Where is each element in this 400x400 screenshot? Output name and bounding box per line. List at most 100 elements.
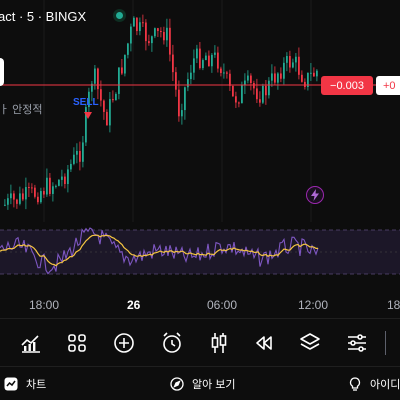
candle-body [136, 17, 138, 32]
candle-body [250, 75, 252, 84]
candle-body [151, 36, 153, 44]
candle-body [277, 73, 279, 83]
candle-body [271, 73, 273, 81]
bottom-navigation: 차트 알아 보기 아이디 [0, 366, 400, 400]
market-live-dot [113, 9, 126, 22]
symbol-title[interactable]: act · 5 · BINGX [0, 9, 86, 24]
time-axis-label: 26 [127, 298, 141, 312]
candle-body [55, 185, 57, 187]
candle-body [289, 56, 291, 68]
candle-body [223, 72, 225, 74]
candle-body [130, 26, 132, 44]
candle-body [184, 87, 186, 111]
candle-body [226, 72, 228, 74]
candle-body [127, 43, 129, 55]
candle-body [280, 73, 282, 79]
sliders-icon[interactable] [342, 328, 372, 358]
candle-body [34, 187, 36, 197]
stability-text: ㅏ 안정적 [0, 104, 43, 116]
chart-area[interactable]: act · 5 · BINGX ㅏ 안정적 SELL −0.003 +0 18:… [0, 0, 400, 316]
left-edge-tab[interactable] [0, 58, 4, 86]
candle-body [298, 56, 300, 75]
candle-body [265, 85, 267, 96]
candle-body [43, 191, 45, 195]
candle-body [283, 62, 285, 79]
layers-icon[interactable] [295, 328, 325, 358]
candle-body [118, 67, 120, 94]
candle-body [256, 88, 258, 100]
price-tag[interactable]: −0.003 [321, 76, 373, 95]
oscillator-panel[interactable] [0, 222, 400, 284]
candle-body [40, 191, 42, 203]
candle-body [31, 187, 33, 189]
candle-body [19, 193, 21, 204]
candle-body [259, 99, 261, 103]
candle-body [202, 60, 204, 69]
candle-body [181, 110, 183, 117]
candle-body [52, 186, 54, 194]
chart-bars-icon[interactable] [16, 328, 46, 358]
price-tag-secondary[interactable]: +0 [376, 76, 400, 95]
nav-item-ideas[interactable]: 아이디 [348, 374, 400, 394]
candle-body [199, 48, 201, 69]
plus-circle-icon[interactable] [109, 328, 139, 358]
sell-signal-label: SELL [73, 97, 99, 108]
candle-body [238, 102, 240, 104]
candle-body [79, 150, 81, 162]
time-axis-label: 06:00 [207, 298, 238, 312]
candle-body [253, 83, 255, 89]
candle-body [103, 100, 105, 112]
compass-icon [170, 377, 184, 391]
candle-body [178, 89, 180, 117]
price-chart[interactable] [0, 0, 400, 222]
candle-body [13, 193, 15, 200]
rewind-icon[interactable] [249, 328, 279, 358]
candle-body [208, 55, 210, 67]
candle-body [64, 176, 66, 185]
sell-arrow-icon [84, 112, 92, 119]
candle-body [22, 193, 24, 200]
candle-body [286, 56, 288, 63]
candle-body [58, 179, 60, 186]
candle-body [94, 68, 96, 84]
candle-body [67, 169, 69, 185]
candle-body [301, 74, 303, 82]
candle-body [193, 58, 195, 73]
candle-body [211, 54, 213, 67]
candle-body [124, 54, 126, 74]
nav-label-explore: 알아 보기 [192, 379, 236, 391]
candle-body [217, 52, 219, 69]
alarm-clock-icon[interactable] [157, 328, 187, 358]
candle-body [97, 68, 99, 90]
grid-icon[interactable] [62, 328, 92, 358]
candle-body [100, 89, 102, 101]
candle-body [37, 196, 39, 203]
candle-body [160, 31, 162, 33]
candle-body [112, 99, 114, 101]
nav-label-chart: 차트 [26, 379, 47, 391]
candle-body [310, 72, 312, 74]
candle-body [82, 142, 84, 162]
time-axis-label: 18 [387, 298, 400, 312]
candles-icon[interactable] [204, 328, 234, 358]
candle-body [70, 163, 72, 170]
candle-body [73, 154, 75, 164]
candle-body [28, 187, 30, 189]
lightning-icon[interactable] [306, 186, 324, 204]
candle-body [235, 96, 237, 103]
candle-body [169, 27, 171, 55]
candle-body [241, 85, 243, 104]
candle-body [172, 54, 174, 73]
candle-body [139, 22, 141, 32]
candle-body [157, 28, 159, 32]
candle-body [142, 22, 144, 24]
candle-body [10, 193, 12, 199]
candle-body [109, 99, 111, 126]
candle-body [232, 85, 234, 97]
nav-item-chart[interactable]: 차트 [4, 374, 46, 394]
nav-item-explore[interactable]: 알아 보기 [170, 374, 236, 394]
chart-tab-icon [4, 377, 18, 391]
time-axis-label: 12:00 [298, 298, 329, 312]
candle-body [154, 28, 156, 37]
candle-body [7, 198, 9, 205]
